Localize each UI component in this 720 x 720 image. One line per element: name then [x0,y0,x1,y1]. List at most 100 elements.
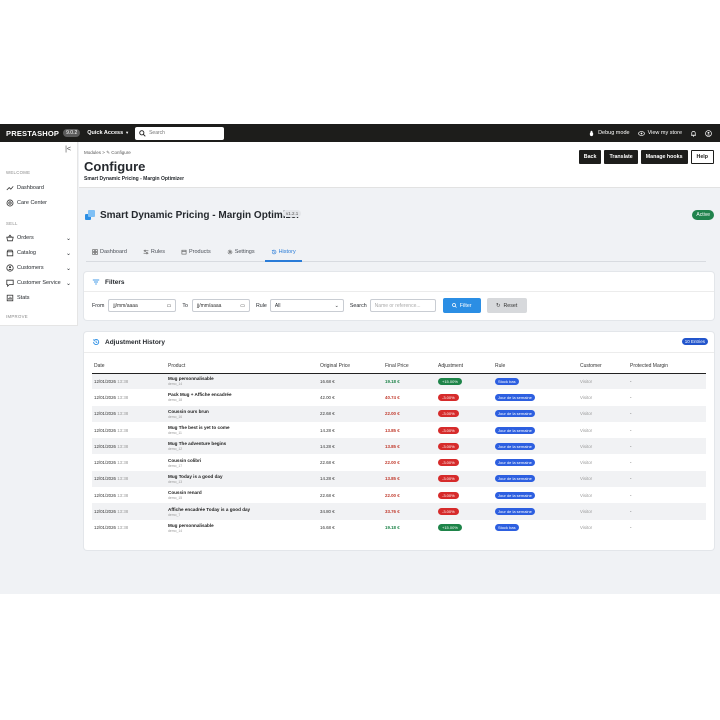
cell-final-price: 40.74 € [383,389,436,405]
customer-text: Visitor [580,525,593,531]
sidebar-item-catalog[interactable]: Catalog ⌄ [6,249,71,257]
product-name[interactable]: Coussin renard [168,490,316,495]
cell-date: 12/01/2026 13:38 [92,405,166,422]
back-button[interactable]: Back [578,150,602,164]
section-improve: IMPROVE [6,314,28,319]
column-header-rule[interactable]: Rule [493,360,578,374]
translate-button[interactable]: Translate [604,150,638,164]
search-box[interactable] [135,126,225,140]
search-icon [451,303,457,308]
cell-rule: Jour de la semaine [493,438,578,455]
calendar-icon[interactable]: ▭ [167,303,172,309]
column-header-adjustment[interactable]: Adjustment [436,360,493,374]
cell-original-price: 22.68 € [318,405,383,422]
column-header-customer[interactable]: Customer [578,360,628,374]
rule-badge: Jour de la semaine [495,491,535,499]
view-store-link[interactable]: View my store [637,130,682,137]
tab-label: Rules [150,248,165,255]
sidebar-item-label: Dashboard [17,185,44,191]
product-name[interactable]: Mug The best is yet to come [168,425,316,430]
table-row[interactable]: 12/01/2026 13:38 Pack Mug + Affiche encad… [92,389,706,405]
sidebar-item-dashboard[interactable]: Dashboard [6,184,71,192]
tab-rules[interactable]: Rules [137,242,171,261]
margin-text: - [630,509,632,515]
adjustment-badge: -3.00% [438,410,459,418]
cell-customer: Visitor [578,373,628,390]
cell-adjustment: -3.00% [436,389,493,405]
product-name[interactable]: Coussin ours brun [168,409,316,414]
tab-label: Settings [234,248,255,255]
product-name[interactable]: Pack Mug + Affiche encadrée [168,392,316,397]
product-name[interactable]: Mug Today is a good day [168,474,316,479]
product-name[interactable]: Mug The adventure begins [168,441,316,446]
table-row[interactable]: 12/01/2026 13:38 Coussin renard demo_15 22.… [92,487,706,503]
tab-products[interactable]: Products [175,242,217,261]
search-field[interactable]: Name or reference... [369,299,436,312]
rule-label: Rule [255,302,267,309]
product-name[interactable]: Affiche encadrée Today is a good day [168,507,316,512]
margin-text: - [630,476,632,482]
tab-history[interactable]: History [264,242,302,262]
product-reference: demo_17 [168,463,183,468]
calendar-icon[interactable]: ▭ [240,303,245,309]
cell-rule: Jour de la semaine [493,405,578,422]
date-text: 12/01/2026 [94,525,116,531]
column-header-product[interactable]: Product [166,360,318,374]
breadcrumb-modules[interactable]: Modules [84,150,101,155]
rule-select[interactable]: All ⌄ [269,299,344,312]
table-row[interactable]: 12/01/2026 13:38 Mug The best is yet to c… [92,422,706,438]
adjustment-badge: -3.00% [438,508,459,516]
manage-hooks-button[interactable]: Manage hooks [640,150,688,164]
bell-icon[interactable] [690,130,697,137]
cell-date: 12/01/2026 13:38 [92,438,166,455]
care-center-icon [6,199,14,207]
tab-dashboard[interactable]: Dashboard [86,242,133,261]
cell-date: 12/01/2026 13:38 [92,470,166,488]
cell-final-price: 13.85 € [383,438,436,455]
filter-button[interactable]: Filter [442,298,481,313]
table-row[interactable]: 12/01/2026 13:38 Mug The adventure begins… [92,438,706,455]
cell-customer: Visitor [578,520,628,536]
sidebar-item-orders[interactable]: Orders ⌄ [6,234,71,242]
table-row[interactable]: 12/01/2026 13:38 Mug personnalisable demo_… [92,373,706,390]
product-reference: demo_11 [168,431,182,436]
table-row[interactable]: 12/01/2026 13:38 Affiche encadrée Today i… [92,503,706,520]
table-row[interactable]: 12/01/2026 13:38 Mug Today is a good day d… [92,470,706,488]
reset-button[interactable]: ↻ Reset [486,298,527,313]
column-header-original-price[interactable]: Original Price [318,360,383,374]
debug-mode-toggle[interactable]: Debug mode [588,130,630,137]
cell-final-price: 22.00 € [383,487,436,503]
table-row[interactable]: 12/01/2026 13:38 Coussin colibri demo_17 22… [92,454,706,470]
cell-original-price: 16.68 € [320,525,335,531]
table-row[interactable]: 12/01/2026 13:38 Mug personnalisable demo_… [92,520,706,536]
sidebar-item-care-center[interactable]: Care Center [6,199,71,207]
search-input[interactable] [149,130,220,136]
tab-settings[interactable]: Settings [221,242,261,261]
cell-product: Mug The best is yet to come demo_11 [166,422,318,438]
sliders-icon [143,249,149,254]
column-header-final-price[interactable]: Final Price [383,360,436,374]
gear-icon [227,249,232,254]
column-header-protected-margin[interactable]: Protected Margin [628,360,706,374]
sidebar-item-customer-service[interactable]: Customer Service ⌄ [6,279,71,287]
product-name[interactable]: Mug personnalisable [168,523,316,528]
table-row[interactable]: 12/01/2026 13:38 Coussin ours brun demo_16… [92,405,706,422]
collapse-sidebar-icon[interactable]: |< [65,146,71,153]
customer-text: Visitor [580,443,593,449]
column-header-date[interactable]: Date [92,360,166,374]
account-icon[interactable] [705,129,712,137]
prestashop-logo[interactable]: PRESTASHOP [6,129,59,138]
from-date-input[interactable]: jj/mm/aaaa ▭ [108,299,177,312]
sidebar-item-stats[interactable]: Stats [6,294,71,302]
cell-adjustment: -3.00% [436,487,493,503]
product-name[interactable]: Mug personnalisable [168,376,316,381]
to-date-input[interactable]: jj/mm/aaaa ▭ [191,299,250,312]
product-name[interactable]: Coussin colibri [168,458,316,463]
quick-access-menu[interactable]: Quick Access ▼ [87,130,129,136]
cell-adjustment: -3.00% [436,503,493,520]
help-button[interactable]: Help [690,150,714,164]
customer-text: Visitor [580,411,593,417]
history-card: Adjustment History 10 Entries Date Produ… [84,332,714,550]
filters-title: Filters [105,278,125,286]
sidebar-item-customers[interactable]: Customers ⌄ [6,264,71,272]
